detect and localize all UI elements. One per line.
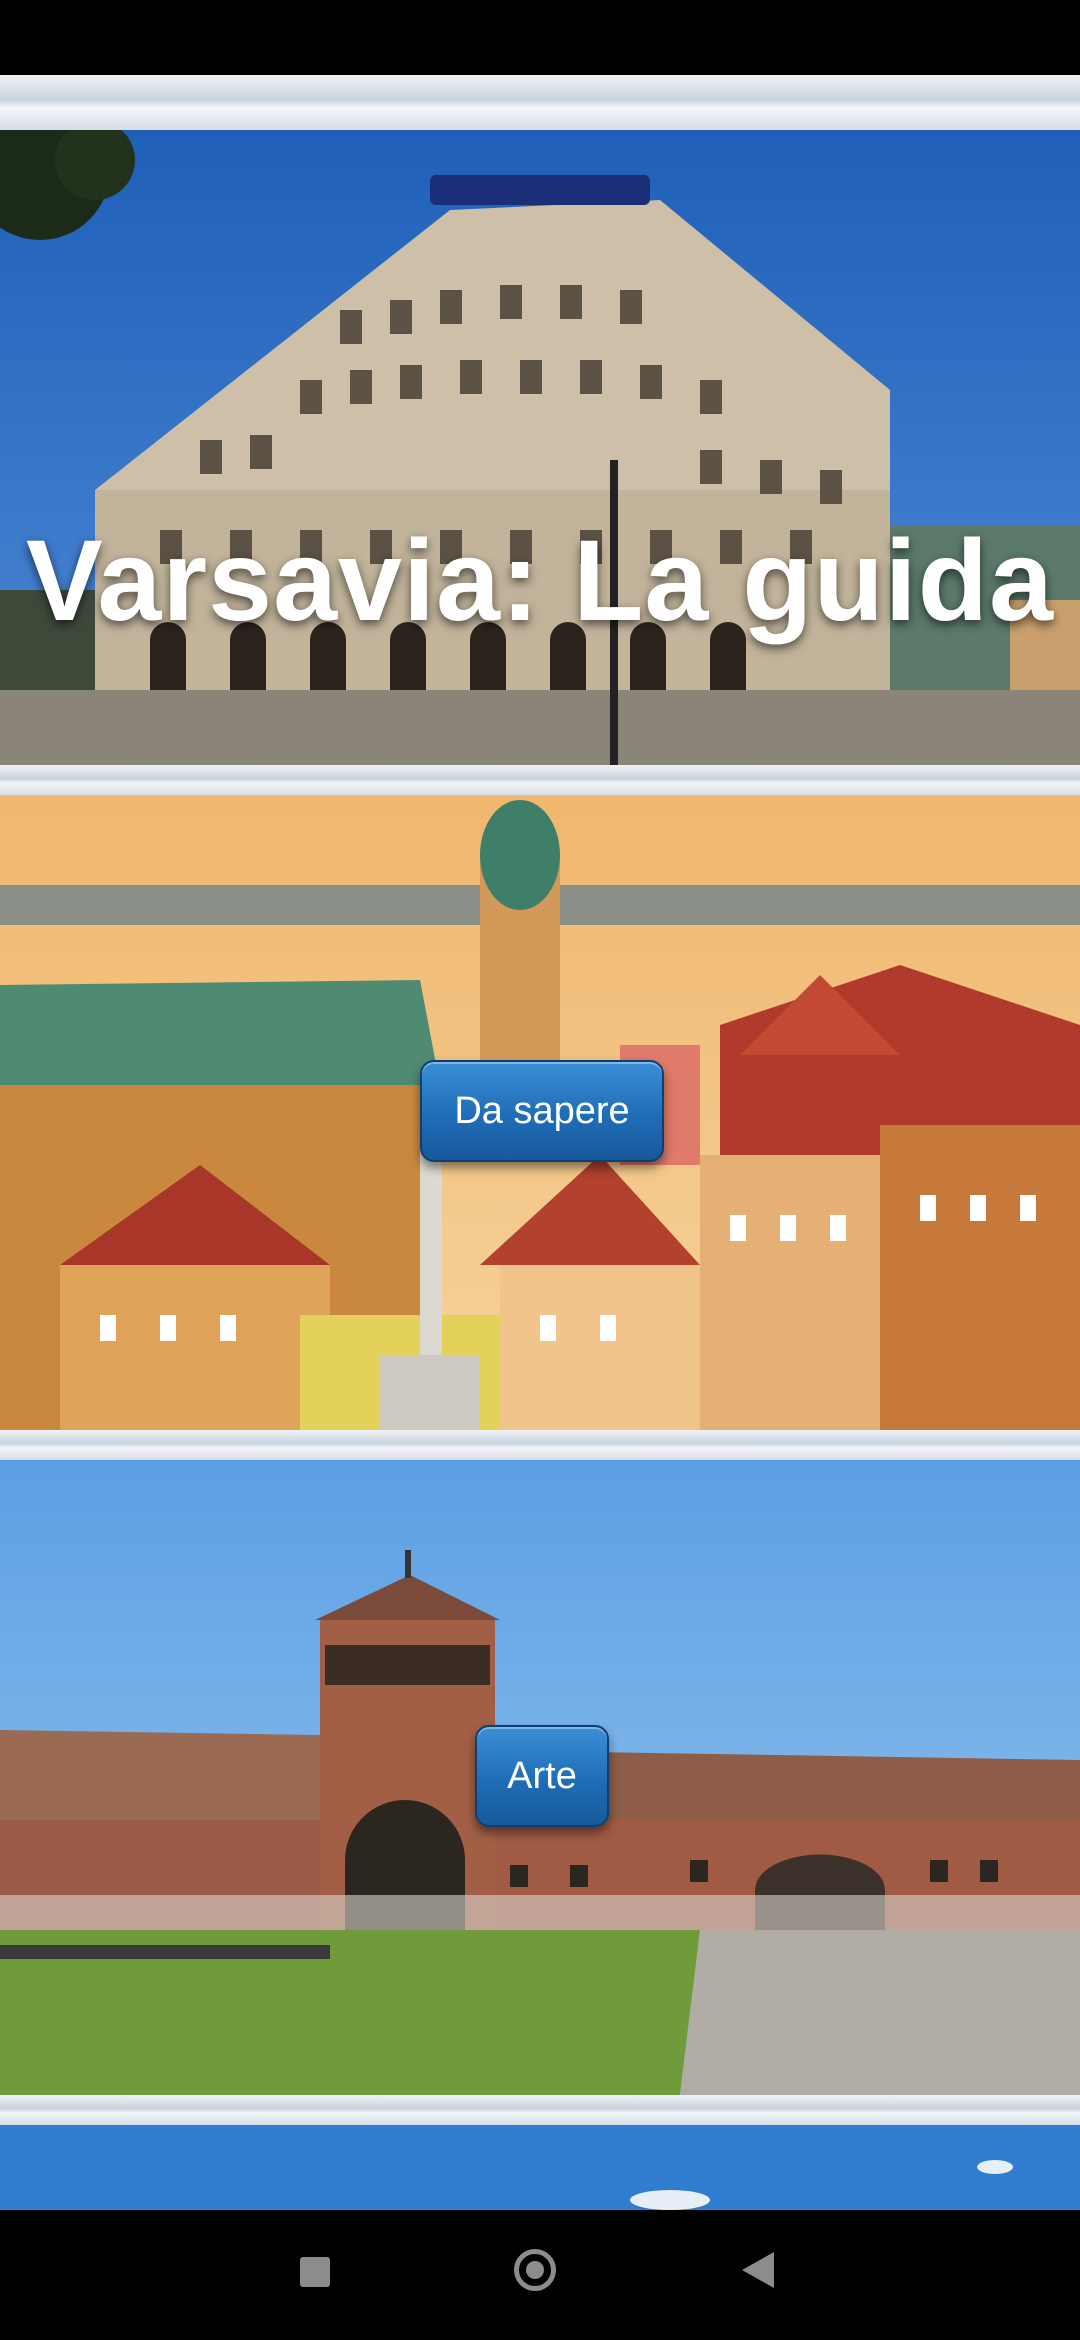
back-triangle-icon[interactable] [742, 2252, 774, 2288]
divider-strip [0, 75, 1080, 130]
status-bar [0, 0, 1080, 75]
recents-square-icon[interactable] [300, 2257, 330, 2287]
section-arte[interactable]: Arte [0, 1460, 1080, 2095]
section-da-sapere[interactable]: Da sapere [0, 795, 1080, 1430]
divider-strip [0, 2095, 1080, 2125]
arte-button[interactable]: Arte [475, 1725, 609, 1827]
section-next[interactable] [0, 2125, 1080, 2210]
navigation-bar [0, 2210, 1080, 2340]
next-section-image [0, 2125, 1080, 2210]
page-title: Varsavia: La guida [26, 517, 1054, 645]
divider-strip [0, 765, 1080, 795]
home-circle-icon[interactable] [514, 2249, 556, 2291]
divider-strip [0, 1430, 1080, 1460]
header-banner: Varsavia: La guida [0, 130, 1080, 765]
da-sapere-button[interactable]: Da sapere [420, 1060, 664, 1162]
warsaw-building-image [0, 130, 1080, 765]
